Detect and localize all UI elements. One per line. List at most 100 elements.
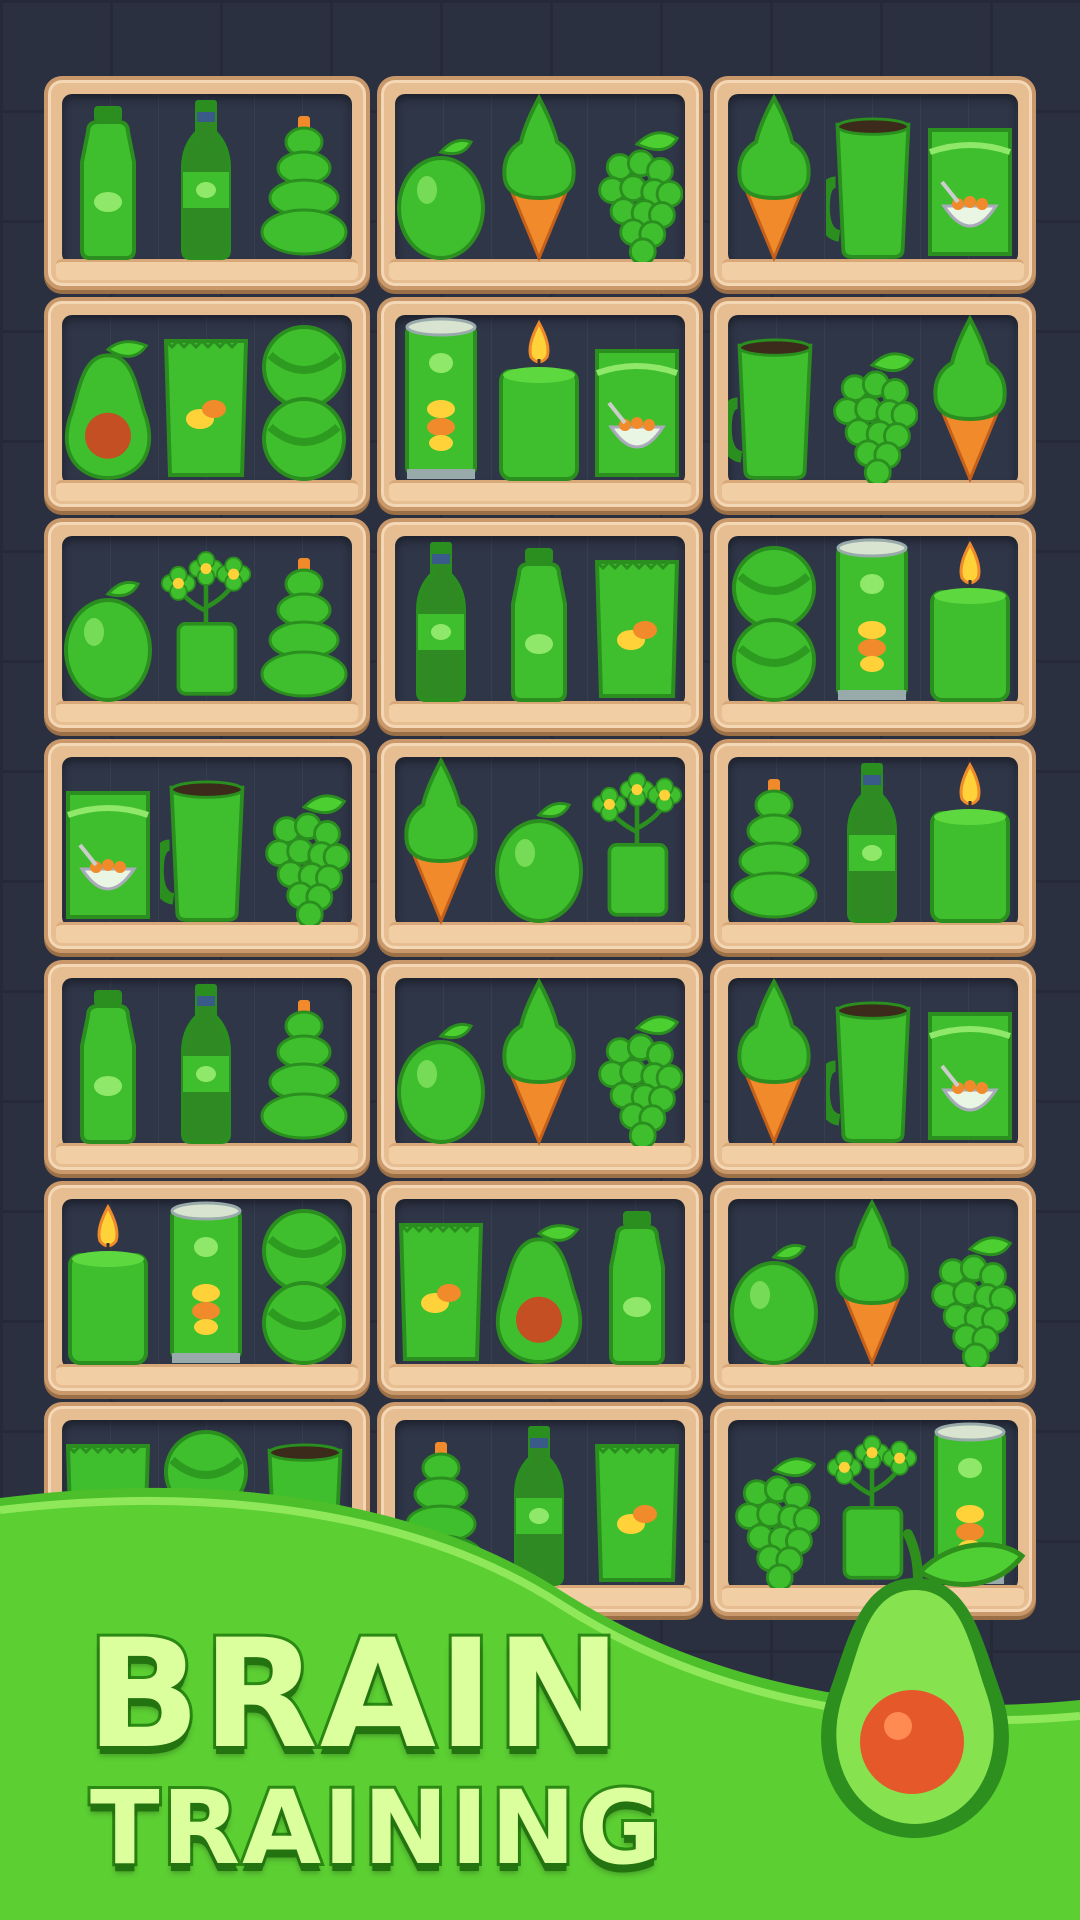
shelf-5-2[interactable] [710,1181,1036,1395]
shelf-4-1[interactable] [377,960,703,1174]
shelf-2-2[interactable] [710,518,1036,732]
chips-can-icon[interactable] [160,1197,252,1367]
candle-icon[interactable] [924,534,1016,704]
potted-plant-icon[interactable] [160,534,252,704]
shelf-1-2[interactable] [710,297,1036,511]
ring-stacker-icon[interactable] [258,534,350,704]
shelf-5-1[interactable] [377,1181,703,1395]
headline: BRAIN TRAINING [83,1608,664,1891]
shelf-ledge [56,259,358,280]
shelf-3-0[interactable] [44,739,370,953]
lime-icon[interactable] [728,1197,820,1367]
shelf-ledge [56,1585,358,1606]
chips-can-icon[interactable] [826,534,918,704]
shelf-ledge [389,480,691,501]
grapes-icon[interactable] [924,1197,1016,1367]
ice-cream-cone-icon[interactable] [493,976,585,1146]
grapes-icon[interactable] [258,755,350,925]
ring-stacker-icon[interactable] [395,1418,487,1588]
chips-bag-icon[interactable] [160,313,252,483]
chips-bag-icon[interactable] [62,1418,154,1588]
soda-bottle-icon[interactable] [493,1418,585,1588]
water-bottle-icon[interactable] [493,534,585,704]
cereal-bag-icon[interactable] [924,976,1016,1146]
shelf-0-1[interactable] [377,76,703,290]
shelf-board [44,76,1040,1736]
shelf-ledge [56,1143,358,1164]
mug-icon[interactable] [160,755,252,925]
candle-icon[interactable] [924,755,1016,925]
cereal-bag-icon[interactable] [591,313,683,483]
chips-bag-icon[interactable] [591,1418,683,1588]
shelf-ledge [56,480,358,501]
shelf-1-0[interactable] [44,297,370,511]
ice-cream-cone-icon[interactable] [924,313,1016,483]
ball-stack-icon[interactable] [160,1418,252,1588]
shelf-4-2[interactable] [710,960,1036,1174]
ice-cream-cone-icon[interactable] [395,755,487,925]
lime-icon[interactable] [62,534,154,704]
shelf-ledge [722,480,1024,501]
soda-bottle-icon[interactable] [160,976,252,1146]
water-bottle-icon[interactable] [62,976,154,1146]
lime-icon[interactable] [395,976,487,1146]
shelf-3-2[interactable] [710,739,1036,953]
grapes-icon[interactable] [591,976,683,1146]
mug-icon[interactable] [826,976,918,1146]
shelf-ledge [389,922,691,943]
avocado-icon[interactable] [62,313,154,483]
shelf-0-0[interactable] [44,76,370,290]
soda-bottle-icon[interactable] [160,92,252,262]
headline-line-2: TRAINING [87,1767,664,1891]
shelf-0-2[interactable] [710,76,1036,290]
shelf-2-1[interactable] [377,518,703,732]
lime-icon[interactable] [395,92,487,262]
shelf-ledge [56,1364,358,1385]
shelf-ledge [389,1364,691,1385]
ice-cream-cone-icon[interactable] [493,92,585,262]
shelf-ledge [722,259,1024,280]
shelf-ledge [722,701,1024,722]
ring-stacker-icon[interactable] [258,976,350,1146]
mug-icon[interactable] [826,92,918,262]
shelf-6-0[interactable] [44,1402,370,1616]
shelf-6-1[interactable] [377,1402,703,1616]
headline-line-1: BRAIN [83,1608,624,1782]
shelf-ledge [722,922,1024,943]
ice-cream-cone-icon[interactable] [728,976,820,1146]
candle-icon[interactable] [62,1197,154,1367]
soda-bottle-icon[interactable] [395,534,487,704]
ice-cream-cone-icon[interactable] [728,92,820,262]
grapes-icon[interactable] [591,92,683,262]
avocado-mascot-icon [821,1529,1026,1838]
shelf-3-1[interactable] [377,739,703,953]
ice-cream-cone-icon[interactable] [826,1197,918,1367]
chips-bag-icon[interactable] [591,534,683,704]
mug-icon[interactable] [258,1418,350,1588]
candle-icon[interactable] [493,313,585,483]
cereal-bag-icon[interactable] [62,755,154,925]
cereal-bag-icon[interactable] [924,92,1016,262]
shelf-1-1[interactable] [377,297,703,511]
chips-can-icon[interactable] [395,313,487,483]
chips-bag-icon[interactable] [395,1197,487,1367]
water-bottle-icon[interactable] [62,92,154,262]
shelf-ledge [56,701,358,722]
potted-plant-icon[interactable] [591,755,683,925]
water-bottle-icon[interactable] [591,1197,683,1367]
shelf-4-0[interactable] [44,960,370,1174]
shelf-ledge [722,1143,1024,1164]
ball-stack-icon[interactable] [258,313,350,483]
lime-icon[interactable] [493,755,585,925]
avocado-icon[interactable] [493,1197,585,1367]
shelf-2-0[interactable] [44,518,370,732]
soda-bottle-icon[interactable] [826,755,918,925]
ring-stacker-icon[interactable] [258,92,350,262]
shelf-ledge [389,1585,691,1606]
shelf-5-0[interactable] [44,1181,370,1395]
ball-stack-icon[interactable] [728,534,820,704]
ring-stacker-icon[interactable] [728,755,820,925]
mug-icon[interactable] [728,313,820,483]
grapes-icon[interactable] [826,313,918,483]
ball-stack-icon[interactable] [258,1197,350,1367]
